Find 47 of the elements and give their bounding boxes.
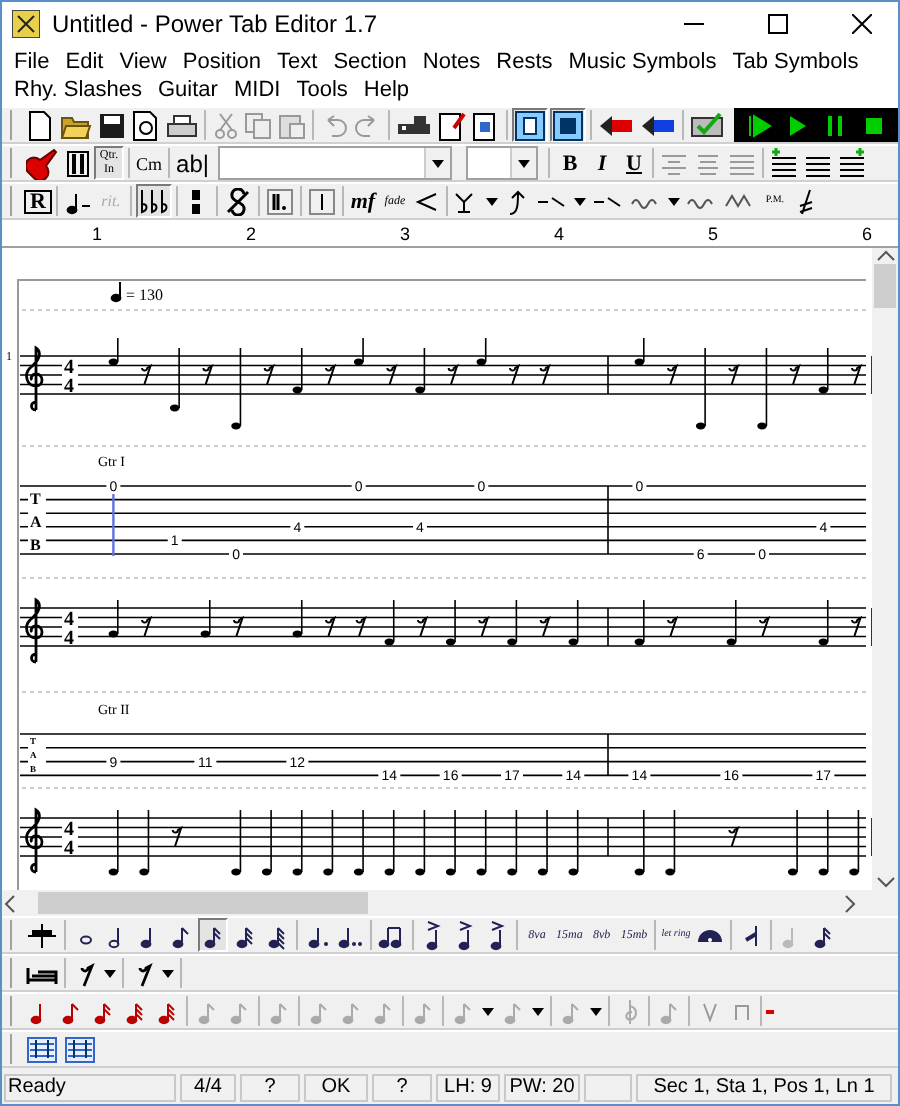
ruler-number: 4	[551, 223, 566, 243]
ruler-number: 5	[705, 223, 720, 243]
menu-item[interactable]: Music Symbols	[560, 48, 725, 76]
menu-item[interactable]: Tab Symbols	[724, 48, 867, 76]
ruler-number: 3	[397, 223, 412, 243]
menu-item[interactable]: Help	[355, 76, 418, 104]
time-signature-top: 4	[64, 357, 74, 379]
underline-button[interactable]: U	[618, 146, 649, 180]
menu-item[interactable]: Section	[325, 48, 415, 76]
menu-item[interactable]: Text	[269, 48, 326, 76]
menu-item[interactable]: MIDI	[225, 76, 289, 104]
time-signature-bottom: 4	[64, 376, 74, 398]
status-pane: LH: 9	[436, 1074, 500, 1102]
status-pane: ?	[240, 1074, 300, 1102]
time-signature-bottom: 4	[64, 628, 74, 650]
status-pane: ?	[372, 1074, 432, 1102]
menu-item[interactable]: Notes	[414, 48, 489, 76]
menu-item[interactable]: Rests	[488, 48, 561, 76]
text-button[interactable]: ab|	[174, 146, 211, 180]
rehearsal-sign-button[interactable]: R	[24, 189, 52, 213]
menu-item[interactable]: Edit	[57, 48, 112, 76]
menu-item[interactable]: Rhy. Slashes	[6, 76, 150, 104]
italic-button[interactable]: I	[586, 146, 617, 180]
tab-clef-letter: B	[30, 536, 41, 554]
status-position: Sec 1, Sta 1, Pos 1, Ln 1	[636, 1074, 892, 1102]
menu-item[interactable]: File	[6, 48, 58, 76]
tab-clef-letter: T	[30, 490, 41, 508]
status-pane: 4/4	[180, 1074, 236, 1102]
window-title: Untitled - Power Tab Editor 1.7	[52, 10, 380, 38]
bold-button[interactable]: B	[554, 146, 585, 180]
menu-item[interactable]: View	[111, 48, 175, 76]
time-signature-top: 4	[64, 819, 74, 841]
menu-item[interactable]: Tools	[288, 76, 356, 104]
chord-button[interactable]: Cm	[134, 146, 165, 180]
status-pane: Ready	[4, 1074, 176, 1102]
tab-clef-letter: A	[30, 513, 42, 531]
time-signature-top: 4	[64, 609, 74, 631]
ruler-number: 6	[859, 223, 874, 243]
ruler-number: 1	[89, 223, 104, 243]
dynamics-button[interactable]: mf	[347, 184, 378, 218]
tempo-mark: = 130	[126, 286, 164, 304]
status-pane: OK	[304, 1074, 368, 1102]
time-signature-bottom: 4	[64, 838, 74, 860]
ruler-number: 2	[243, 223, 258, 243]
menu-item[interactable]: Position	[174, 48, 269, 76]
status-pane: PW: 20	[504, 1074, 580, 1102]
menu-item[interactable]: Guitar	[150, 76, 226, 104]
